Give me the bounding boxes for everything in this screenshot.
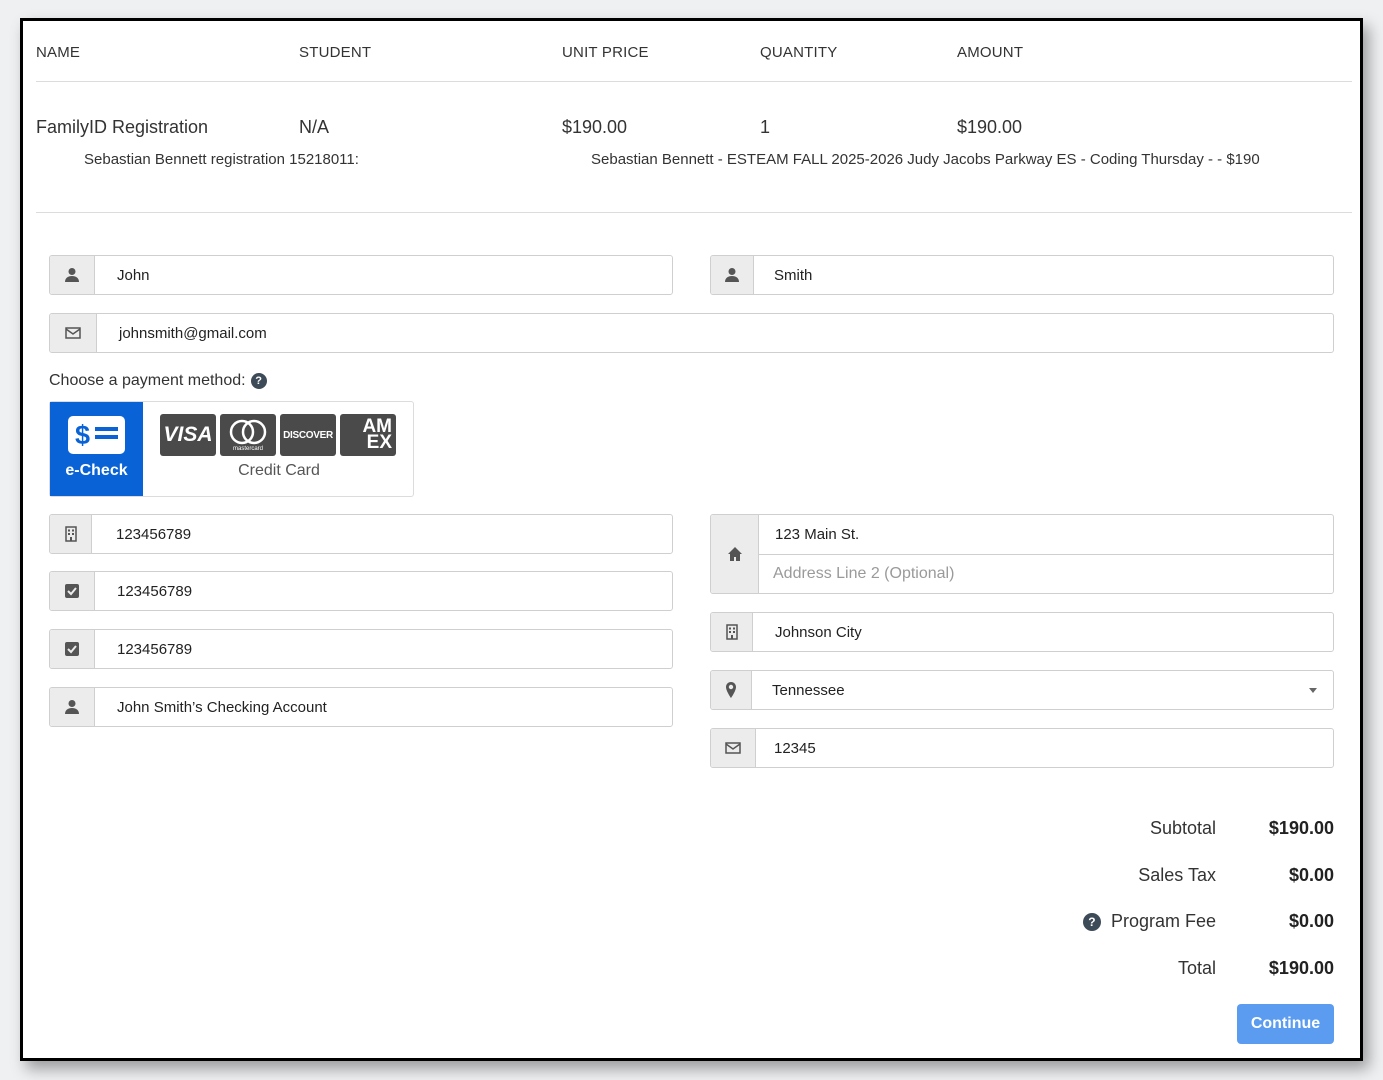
first-name-input[interactable]: John bbox=[95, 256, 672, 294]
header-divider bbox=[36, 81, 1352, 82]
account-number-input[interactable]: 123456789 bbox=[95, 572, 672, 610]
account-name-input[interactable]: John Smith’s Checking Account bbox=[95, 688, 672, 726]
echeck-icon: $ bbox=[68, 416, 125, 454]
envelope-icon bbox=[50, 314, 97, 352]
visa-icon: VISA bbox=[160, 414, 216, 456]
help-icon[interactable]: ? bbox=[1082, 912, 1101, 931]
header-amount: AMOUNT bbox=[957, 44, 1024, 61]
confirm-account-number-input[interactable]: 123456789 bbox=[95, 630, 672, 668]
zip-group: 12345 bbox=[710, 728, 1334, 768]
checkbox-icon bbox=[50, 630, 95, 668]
row-quantity: 1 bbox=[760, 117, 771, 137]
confirm-account-number-group: 123456789 bbox=[49, 629, 673, 669]
help-icon[interactable]: ? bbox=[250, 373, 267, 389]
address-line1-input[interactable]: 123 Main St. bbox=[759, 515, 1333, 555]
payment-method-label: Choose a payment method: bbox=[49, 372, 246, 389]
state-group: Tennessee bbox=[710, 670, 1334, 710]
program-fee-label-row: ? Program Fee bbox=[1082, 911, 1216, 932]
program-detail: Sebastian Bennett - ESTEAM FALL 2025-202… bbox=[591, 151, 1260, 168]
account-name-group: John Smith’s Checking Account bbox=[49, 687, 673, 727]
routing-number-group: 123456789 bbox=[49, 514, 673, 554]
chevron-down-icon bbox=[1309, 687, 1317, 693]
state-select[interactable]: Tennessee bbox=[752, 671, 1333, 709]
email-input[interactable]: johnsmith@gmail.com bbox=[97, 314, 1333, 352]
home-icon bbox=[711, 515, 759, 593]
row-divider bbox=[36, 212, 1352, 213]
email-group: johnsmith@gmail.com bbox=[49, 313, 1334, 353]
user-icon bbox=[50, 688, 95, 726]
address-line2-input[interactable]: Address Line 2 (Optional) bbox=[759, 555, 1333, 594]
row-unit-price: $190.00 bbox=[562, 117, 628, 137]
last-name-input[interactable]: Smith bbox=[754, 256, 1333, 294]
mastercard-icon: mastercard bbox=[220, 414, 276, 456]
header-unit-price: UNIT PRICE bbox=[562, 44, 649, 61]
sales-tax-value: $0.00 bbox=[1288, 865, 1334, 885]
routing-number-input[interactable]: 123456789 bbox=[92, 515, 672, 553]
checkout-panel: NAME STUDENT UNIT PRICE QUANTITY AMOUNT … bbox=[20, 18, 1363, 1061]
subtotal-value: $190.00 bbox=[1268, 818, 1334, 838]
echeck-label: e-Check bbox=[65, 462, 128, 479]
subtotal-label: Subtotal bbox=[1149, 818, 1216, 838]
user-icon bbox=[711, 256, 754, 294]
header-student: STUDENT bbox=[299, 44, 372, 61]
row-student: N/A bbox=[299, 117, 330, 137]
building-icon bbox=[50, 515, 92, 553]
map-pin-icon bbox=[711, 671, 752, 709]
sales-tax-label: Sales Tax bbox=[1138, 865, 1216, 885]
total-label: Total bbox=[1177, 958, 1216, 978]
header-quantity: QUANTITY bbox=[760, 44, 838, 61]
address-group: 123 Main St. Address Line 2 (Optional) bbox=[710, 514, 1334, 594]
first-name-group: John bbox=[49, 255, 673, 295]
credit-card-option[interactable]: VISA mastercard DISCOVER AM EX Credit Ca… bbox=[144, 402, 414, 496]
amex-icon: AM EX bbox=[340, 414, 396, 456]
payment-method-label-row: Choose a payment method: ? bbox=[49, 372, 267, 390]
envelope-icon bbox=[711, 729, 756, 767]
continue-button[interactable]: Continue bbox=[1237, 1004, 1334, 1044]
echeck-option[interactable]: $ e-Check bbox=[50, 402, 143, 496]
city-input[interactable]: Johnson City bbox=[753, 613, 1333, 651]
credit-card-label: Credit Card bbox=[238, 462, 320, 479]
row-name: FamilyID Registration bbox=[36, 117, 209, 137]
program-fee-value: $0.00 bbox=[1288, 911, 1334, 931]
account-number-group: 123456789 bbox=[49, 571, 673, 611]
header-name: NAME bbox=[36, 44, 81, 61]
registration-detail: Sebastian Bennett registration 15218011: bbox=[84, 151, 359, 168]
row-amount: $190.00 bbox=[957, 117, 1023, 137]
building-icon bbox=[711, 613, 753, 651]
city-group: Johnson City bbox=[710, 612, 1334, 652]
program-fee-label: Program Fee bbox=[1110, 911, 1216, 931]
discover-icon: DISCOVER bbox=[280, 414, 336, 456]
total-value: $190.00 bbox=[1268, 958, 1334, 978]
state-value: Tennessee bbox=[772, 681, 845, 699]
last-name-group: Smith bbox=[710, 255, 1334, 295]
user-icon bbox=[50, 256, 95, 294]
zip-input[interactable]: 12345 bbox=[756, 729, 1333, 767]
payment-method-selector: $ e-Check VISA mastercard DISCOVER AM EX… bbox=[49, 401, 414, 497]
checkbox-icon bbox=[50, 572, 95, 610]
